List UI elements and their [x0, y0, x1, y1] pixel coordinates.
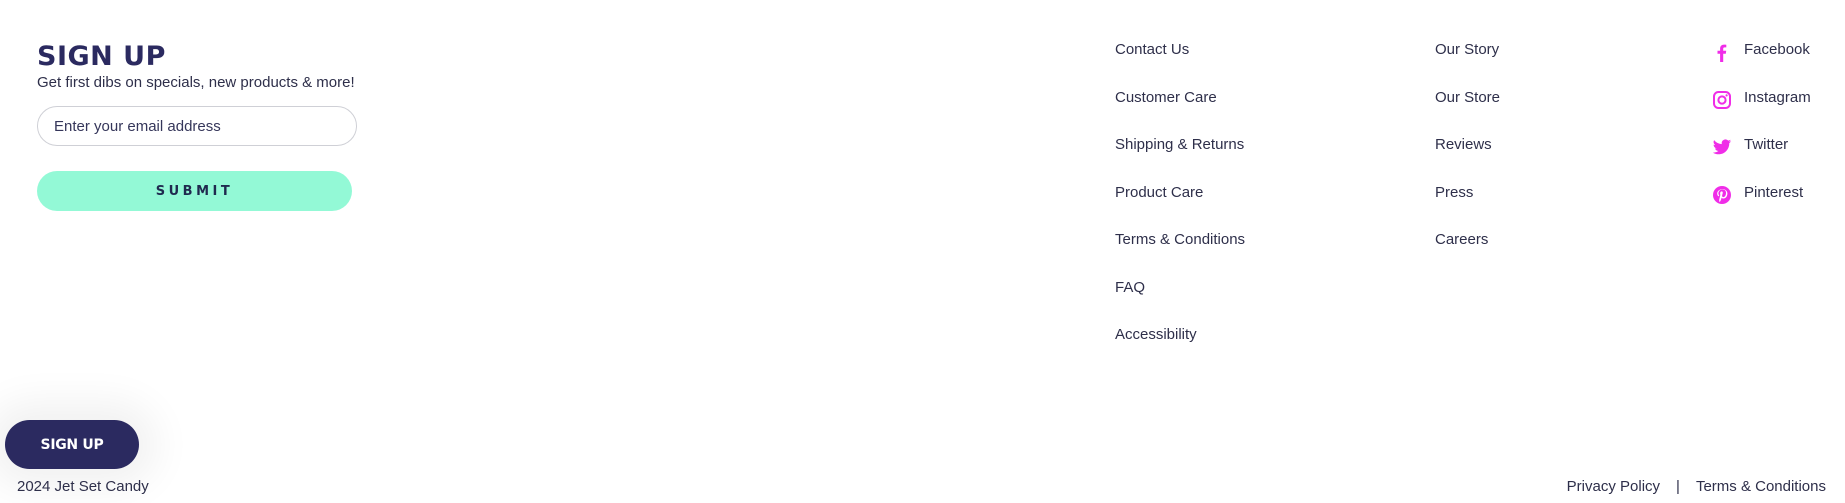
- social-link-instagram[interactable]: Instagram: [1744, 89, 1811, 107]
- footer-link-item: Our Store: [1435, 89, 1500, 137]
- link-reviews[interactable]: Reviews: [1435, 136, 1492, 153]
- social-item-twitter[interactable]: Twitter: [1712, 136, 1811, 184]
- floating-signup-button[interactable]: SIGN UP: [5, 420, 139, 469]
- footer-link-item: Press: [1435, 184, 1500, 232]
- link-accessibility[interactable]: Accessibility: [1115, 326, 1197, 343]
- social-link-facebook[interactable]: Facebook: [1744, 41, 1810, 59]
- footer-link-item: Accessibility: [1115, 326, 1245, 374]
- legal-separator: |: [1676, 478, 1680, 495]
- footer-link-item: FAQ: [1115, 279, 1245, 327]
- link-press[interactable]: Press: [1435, 184, 1473, 201]
- link-careers[interactable]: Careers: [1435, 231, 1488, 248]
- footer-link-item: Careers: [1435, 231, 1500, 279]
- submit-button[interactable]: SUBMIT: [37, 171, 352, 211]
- twitter-icon: [1712, 137, 1732, 157]
- social-item-pinterest[interactable]: Pinterest: [1712, 184, 1811, 232]
- legal-links: Privacy Policy | Terms & Conditions: [1567, 478, 1826, 495]
- footer-links-company: Our Story Our Store Reviews Press Career…: [1435, 41, 1500, 279]
- signup-title: SIGN UP: [37, 41, 166, 72]
- link-our-story[interactable]: Our Story: [1435, 41, 1499, 58]
- link-contact-us[interactable]: Contact Us: [1115, 41, 1189, 58]
- footer-links-customer: Contact Us Customer Care Shipping & Retu…: [1115, 41, 1245, 374]
- signup-subtitle: Get first dibs on specials, new products…: [37, 74, 355, 91]
- footer-link-item: Product Care: [1115, 184, 1245, 232]
- link-shipping-returns[interactable]: Shipping & Returns: [1115, 136, 1244, 153]
- terms-conditions-link[interactable]: Terms & Conditions: [1696, 478, 1826, 495]
- footer-link-item: Our Story: [1435, 41, 1500, 89]
- facebook-icon: [1712, 42, 1732, 62]
- link-product-care[interactable]: Product Care: [1115, 184, 1203, 201]
- social-links: Facebook Instagram Twitter Pinterest: [1712, 41, 1811, 231]
- footer-link-item: Contact Us: [1115, 41, 1245, 89]
- social-item-facebook[interactable]: Facebook: [1712, 41, 1811, 89]
- footer-link-item: Terms & Conditions: [1115, 231, 1245, 279]
- email-input[interactable]: [37, 106, 357, 146]
- privacy-policy-link[interactable]: Privacy Policy: [1567, 478, 1660, 495]
- newsletter-signup: SIGN UP Get first dibs on specials, new …: [37, 41, 367, 211]
- footer-link-item: Shipping & Returns: [1115, 136, 1245, 184]
- link-faq[interactable]: FAQ: [1115, 279, 1145, 296]
- instagram-icon: [1712, 90, 1732, 110]
- footer-link-item: Customer Care: [1115, 89, 1245, 137]
- footer-link-item: Reviews: [1435, 136, 1500, 184]
- social-link-twitter[interactable]: Twitter: [1744, 136, 1788, 154]
- pinterest-icon: [1712, 185, 1732, 205]
- copyright-text: 2024 Jet Set Candy: [17, 478, 149, 495]
- link-our-store[interactable]: Our Store: [1435, 89, 1500, 106]
- link-terms-conditions[interactable]: Terms & Conditions: [1115, 231, 1245, 248]
- social-link-pinterest[interactable]: Pinterest: [1744, 184, 1803, 202]
- link-customer-care[interactable]: Customer Care: [1115, 89, 1217, 106]
- social-item-instagram[interactable]: Instagram: [1712, 89, 1811, 137]
